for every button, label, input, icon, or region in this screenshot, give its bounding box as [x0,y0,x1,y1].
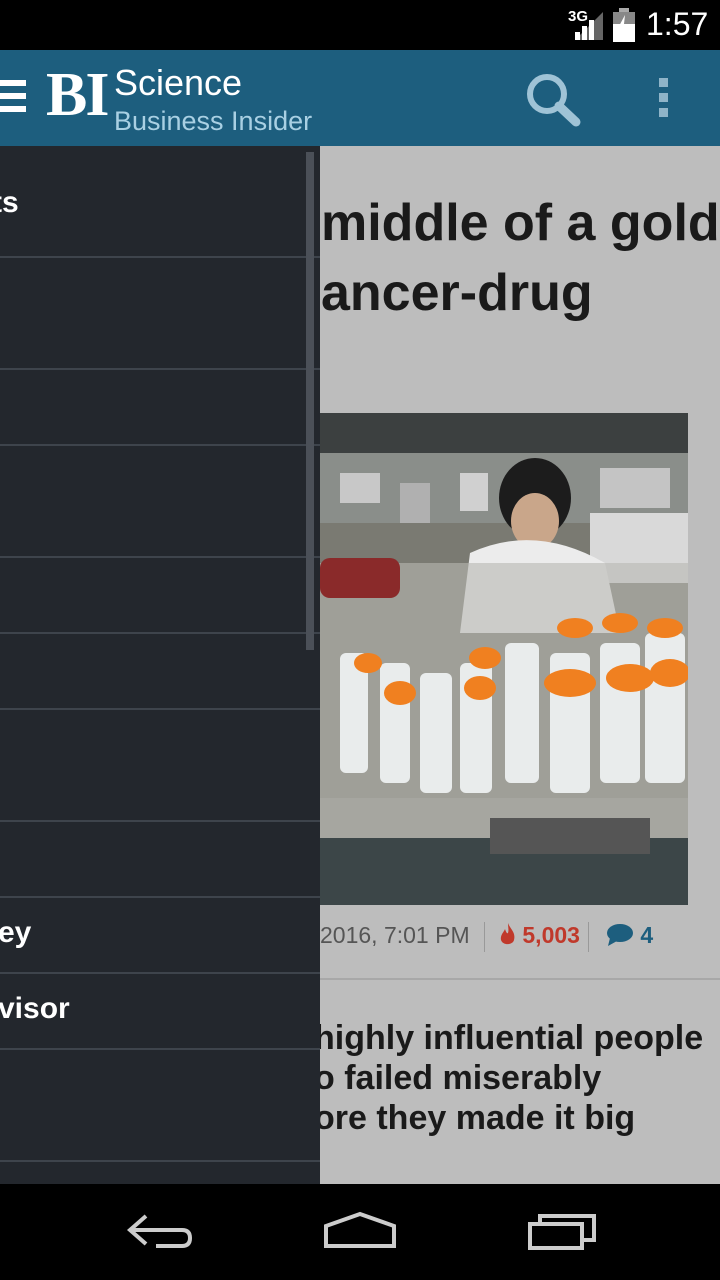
drawer-item[interactable]: ts [0,146,320,258]
article-photo[interactable] [320,413,688,905]
drawer-item[interactable] [0,258,320,370]
headline-line: highly influential people [314,1019,704,1057]
article-date: 2016, 7:01 PM [320,922,470,948]
overflow-menu-icon[interactable] [656,78,670,122]
drawer-item[interactable] [0,1162,320,1184]
back-icon[interactable] [120,1206,200,1256]
battery-icon [613,8,635,42]
article-headline[interactable]: middle of a gold ancer-drug [321,188,720,328]
headline-line: middle of a gold [321,194,720,252]
drawer-scrollbar[interactable] [306,152,314,650]
drawer-item[interactable]: ey [0,898,320,974]
app-subtitle: Business Insider [114,106,313,136]
search-icon[interactable] [524,72,584,128]
drawer-item[interactable] [0,710,320,822]
status-bar: 3G 1:57 [0,0,720,50]
signal-icon [575,12,603,40]
view-count-value: 5,003 [522,922,580,948]
article-divider [320,978,720,980]
meta-divider [484,922,485,952]
drawer-item[interactable]: visor [0,974,320,1050]
drawer-item[interactable] [0,446,320,558]
navigation-drawer[interactable]: ts ey visor [0,146,320,1184]
bi-logo[interactable]: BI [46,64,110,126]
headline-line: ancer-drug [321,264,593,322]
drawer-item[interactable] [0,1050,320,1162]
view-count: 5,003 [500,922,580,949]
drawer-item[interactable] [0,370,320,446]
drawer-item-label: visor [0,992,70,1025]
app-bar: BI Science Business Insider [0,50,720,146]
headline-line: o failed miserably [314,1059,602,1097]
headline-line: ore they made it big [314,1099,636,1137]
drawer-item-label: ey [0,916,32,949]
comment-icon [607,924,633,946]
clock: 1:57 [646,6,709,42]
drawer-item-label: ts [0,186,19,219]
drawer-item[interactable] [0,634,320,710]
section-title: Science [114,62,243,103]
article-meta: 2016, 7:01 PM 5,003 4 [320,916,720,956]
menu-icon[interactable] [0,80,26,116]
comment-count[interactable]: 4 [606,922,653,949]
drawer-item[interactable] [0,822,320,898]
recents-icon[interactable] [522,1206,602,1256]
fire-icon [500,923,515,945]
comment-count-value: 4 [640,922,654,948]
meta-divider [588,922,589,952]
article-headline[interactable]: highly influential people o failed miser… [314,1018,720,1138]
home-icon[interactable] [320,1206,400,1256]
drawer-item[interactable] [0,558,320,634]
system-nav-bar [0,1184,720,1280]
